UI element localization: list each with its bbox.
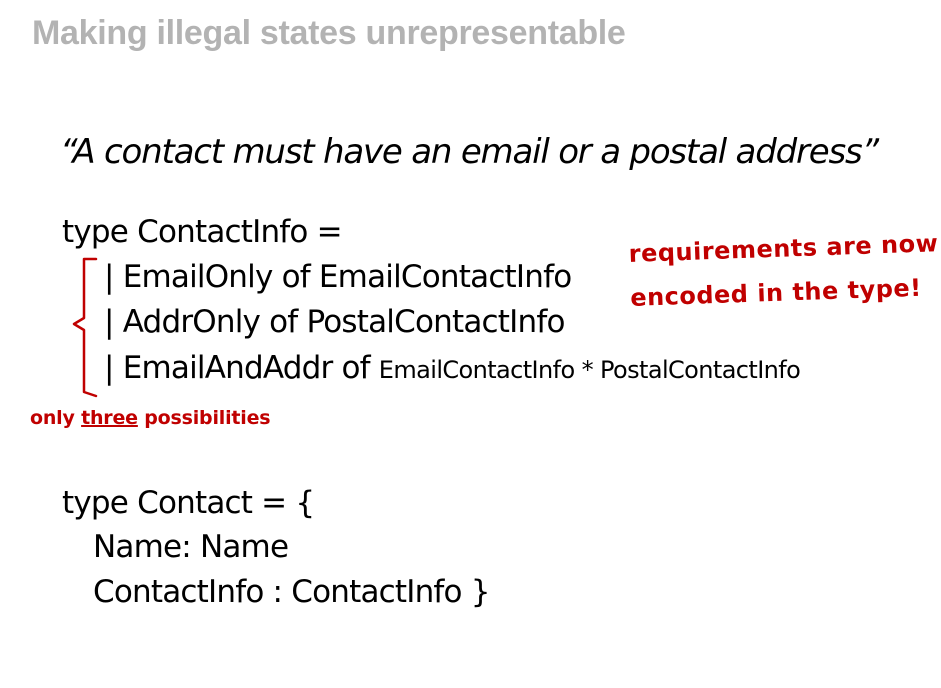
contact-field-name: Name: Name bbox=[93, 529, 289, 565]
case-email-and-addr: | EmailAndAddr of EmailContactInfo * Pos… bbox=[104, 350, 801, 386]
case-email-only: | EmailOnly of EmailContactInfo bbox=[104, 259, 572, 295]
cases-bracket bbox=[72, 257, 98, 398]
contact-type-header: type Contact = { bbox=[62, 485, 315, 521]
case-email-and-addr-text: | EmailAndAddr of bbox=[104, 350, 379, 386]
possibilities-annotation-underlined: three bbox=[81, 407, 138, 429]
contactinfo-type-header: type ContactInfo = bbox=[62, 214, 343, 250]
possibilities-annotation: only three possibilities bbox=[30, 407, 271, 429]
possibilities-annotation-before: only bbox=[30, 407, 82, 429]
case-addr-only-text: | AddrOnly of PostalContactInfo bbox=[104, 304, 565, 340]
contact-field-contactinfo: ContactInfo : ContactInfo } bbox=[93, 574, 491, 610]
possibilities-annotation-after: possibilities bbox=[137, 407, 271, 429]
case-email-and-addr-tuple: EmailContactInfo * PostalContactInfo bbox=[378, 356, 801, 384]
requirements-annotation-line2: encoded in the type! bbox=[629, 273, 923, 312]
slide-title: Making illegal states unrepresentable bbox=[32, 14, 626, 52]
case-addr-only: | AddrOnly of PostalContactInfo bbox=[104, 304, 565, 340]
case-email-only-text: | EmailOnly of EmailContactInfo bbox=[104, 259, 572, 295]
requirements-annotation: requirements are now encoded in the type… bbox=[628, 221, 941, 320]
requirement-quote: “A contact must have an email or a posta… bbox=[60, 132, 879, 172]
